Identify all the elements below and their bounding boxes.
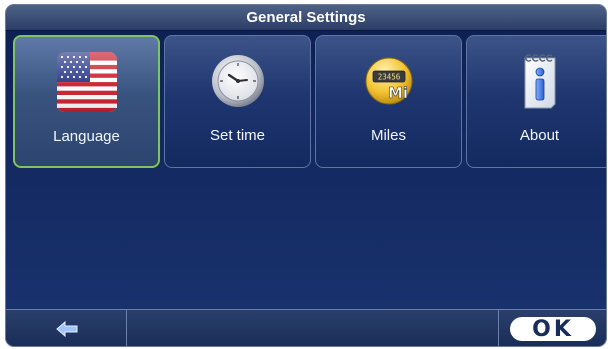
settings-screen: General Settings Language Set time 23456… <box>6 5 606 346</box>
tile-label: Language <box>53 128 120 145</box>
back-arrow-icon <box>56 321 78 337</box>
tile-language[interactable]: Language <box>13 35 160 168</box>
tile-about[interactable]: i About <box>466 35 606 168</box>
ok-button-label: OK <box>510 317 596 342</box>
odometer-reading: 23456 <box>377 73 400 82</box>
tile-label: Set time <box>209 127 266 144</box>
info-letter: i <box>540 50 541 51</box>
odometer-miles-icon: 23456 Mi <box>365 57 412 105</box>
clock-icon <box>211 55 264 107</box>
back-button[interactable] <box>6 310 127 346</box>
us-flag-icon <box>56 52 117 112</box>
ok-button[interactable]: OK <box>498 310 606 346</box>
tile-set-time[interactable]: Set time <box>164 35 311 168</box>
page-title: General Settings <box>6 5 606 31</box>
tile-label: About <box>519 127 560 144</box>
tile-label: Miles <box>370 127 406 144</box>
miles-badge: Mi <box>387 84 407 102</box>
info-notepad-icon: i <box>524 50 555 109</box>
tile-miles[interactable]: 23456 Mi Miles <box>315 35 462 168</box>
bottom-toolbar: OK <box>6 309 606 346</box>
